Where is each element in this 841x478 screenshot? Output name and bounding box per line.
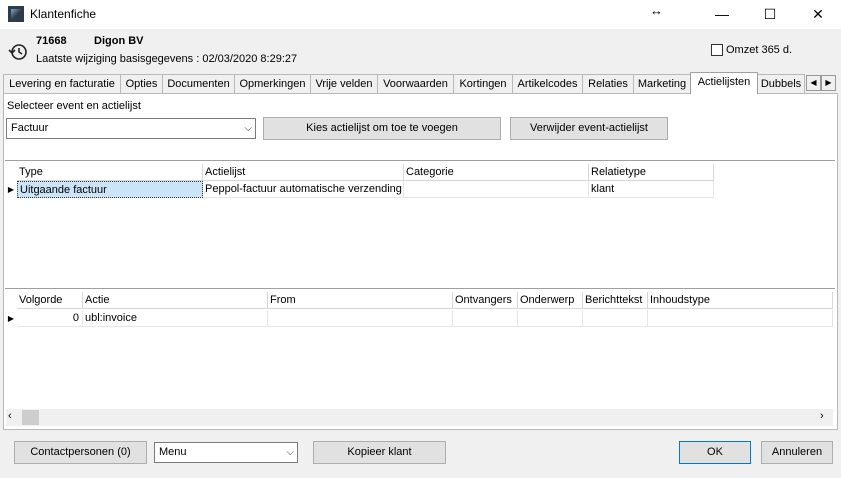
- cell-onderwerp[interactable]: [518, 310, 583, 327]
- col-header-onderwerp[interactable]: Onderwerp: [518, 292, 583, 309]
- tab-levering[interactable]: Levering en facturatie: [3, 74, 121, 93]
- chevron-down-icon[interactable]: ⌵: [286, 443, 294, 462]
- kopieer-klant-button[interactable]: Kopieer klant: [313, 441, 446, 464]
- tab-documenten[interactable]: Documenten: [162, 74, 235, 93]
- minimize-button[interactable]: —: [699, 0, 745, 29]
- col-header-categorie[interactable]: Categorie: [404, 164, 589, 181]
- col-header-ontvangers[interactable]: Ontvangers: [453, 292, 518, 309]
- col-header-actielijst[interactable]: Actielijst: [203, 164, 404, 181]
- tab-scroll-left-icon[interactable]: ◀: [806, 75, 821, 91]
- tab-kortingen[interactable]: Kortingen: [453, 74, 513, 93]
- history-icon[interactable]: [8, 42, 28, 62]
- cell-berichttekst[interactable]: [583, 310, 648, 327]
- tab-opties[interactable]: Opties: [120, 74, 163, 93]
- cell-from[interactable]: [268, 310, 453, 327]
- customer-name: Digon BV: [94, 35, 144, 47]
- customer-number: 71668: [36, 35, 67, 47]
- row-indicator-icon: ▶: [7, 314, 15, 323]
- contactpersonen-button[interactable]: Contactpersonen (0): [14, 441, 147, 464]
- app-icon: [8, 6, 24, 22]
- cell-type[interactable]: Uitgaande factuur: [17, 181, 203, 198]
- tab-dubbels[interactable]: Dubbels: [757, 74, 805, 93]
- add-actionlist-button[interactable]: Kies actielijst om toe te voegen: [263, 117, 501, 140]
- resize-icon[interactable]: ↔: [650, 3, 663, 18]
- col-header-volgorde[interactable]: Volgorde: [17, 292, 83, 309]
- tab-voorwaarden[interactable]: Voorwaarden: [377, 74, 454, 93]
- last-change-text: Laatste wijziging basisgegevens : 02/03/…: [36, 53, 298, 65]
- remove-event-actionlist-button[interactable]: Verwijder event-actielijst: [510, 117, 668, 140]
- tab-scroll-right-icon[interactable]: ▶: [821, 75, 836, 91]
- actionlist-grid: Type Actielijst Categorie Relatietype ▶ …: [5, 160, 835, 289]
- col-header-actie[interactable]: Actie: [83, 292, 268, 309]
- tab-artikelcodes[interactable]: Artikelcodes: [512, 74, 583, 93]
- event-select-value: Factuur: [11, 122, 49, 134]
- horizontal-scrollbar[interactable]: [6, 409, 833, 426]
- cell-categorie[interactable]: [404, 181, 589, 198]
- col-header-berichttekst[interactable]: Berichttekst: [583, 292, 648, 309]
- event-select[interactable]: Factuur ⌵: [6, 118, 256, 139]
- omzet-label: Omzet 365 d.: [726, 44, 793, 56]
- menu-select-value: Menu: [159, 446, 187, 458]
- row-indicator-icon: ▶: [7, 185, 15, 194]
- tab-relaties[interactable]: Relaties: [582, 74, 634, 93]
- select-event-label: Selecteer event en actielijst: [7, 100, 141, 112]
- cell-relatietype[interactable]: klant: [589, 181, 714, 198]
- ok-button[interactable]: OK: [679, 441, 751, 464]
- annuleren-button[interactable]: Annuleren: [761, 441, 833, 464]
- window-title: Klantenfiche: [30, 7, 97, 21]
- col-header-type[interactable]: Type: [17, 164, 203, 181]
- tab-strip: Levering en facturatie Opties Documenten…: [3, 72, 839, 94]
- maximize-button[interactable]: ☐: [747, 0, 793, 29]
- scroll-left-icon[interactable]: ‹: [8, 410, 12, 422]
- scroll-right-icon[interactable]: ›: [820, 410, 824, 422]
- tab-actielijsten[interactable]: Actielijsten: [690, 72, 758, 94]
- col-header-inhoudstype[interactable]: Inhoudstype: [648, 292, 833, 309]
- omzet-checkbox[interactable]: Omzet 365 d.: [711, 44, 792, 56]
- checkbox-box[interactable]: [711, 44, 723, 56]
- scrollbar-thumb[interactable]: [22, 410, 39, 425]
- chevron-down-icon[interactable]: ⌵: [244, 119, 252, 138]
- cell-ontvangers[interactable]: [453, 310, 518, 327]
- cell-volgorde[interactable]: 0: [17, 310, 83, 327]
- cell-inhoudstype[interactable]: [648, 310, 833, 327]
- actions-grid: Volgorde Actie From Ontvangers Onderwerp…: [5, 288, 835, 409]
- col-header-relatietype[interactable]: Relatietype: [589, 164, 714, 181]
- tab-marketing[interactable]: Marketing: [633, 74, 691, 93]
- tab-opmerkingen[interactable]: Opmerkingen: [234, 74, 311, 93]
- tab-vrije-velden[interactable]: Vrije velden: [310, 74, 378, 93]
- close-button[interactable]: ✕: [795, 0, 841, 29]
- cell-actie[interactable]: ubl:invoice: [83, 310, 268, 327]
- cell-actielijst[interactable]: Peppol-factuur automatische verzending: [203, 181, 404, 198]
- menu-select[interactable]: Menu ⌵: [154, 442, 298, 463]
- col-header-from[interactable]: From: [268, 292, 453, 309]
